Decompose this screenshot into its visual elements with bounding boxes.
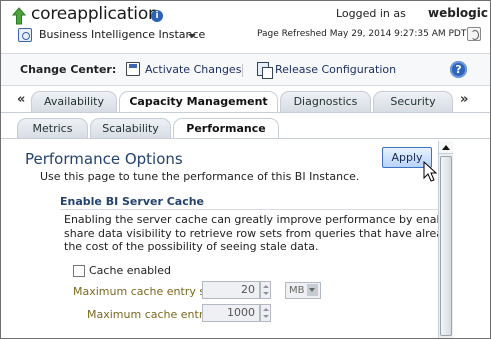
tabs-next-icon[interactable]: » — [460, 92, 468, 107]
scroll-up-icon[interactable] — [439, 141, 453, 154]
page-refreshed-text: Page Refreshed May 29, 2014 9:27:35 AM P… — [257, 29, 467, 39]
refresh-icon[interactable] — [467, 27, 481, 41]
username: weblogic — [428, 6, 488, 20]
logged-in-label: Logged in as — [336, 7, 406, 20]
max-entry-size-label: Maximum cache entry size — [73, 285, 221, 298]
bi-instance-icon — [18, 28, 32, 42]
tab-scalability[interactable]: Scalability — [90, 118, 171, 139]
cache-section-title: Enable BI Server Cache — [60, 195, 205, 208]
chevron-down-icon[interactable] — [307, 284, 318, 296]
info-icon[interactable]: i — [151, 10, 163, 22]
max-entry-size-stepper[interactable] — [260, 281, 271, 299]
page-title: coreapplication — [31, 4, 159, 24]
mouse-pointer-icon — [423, 161, 438, 182]
instance-menu[interactable]: Business Intelligence Instance — [39, 28, 205, 41]
vertical-scrollbar[interactable] — [438, 141, 453, 338]
cache-enabled-checkbox[interactable] — [73, 265, 85, 277]
sub-tab-bar: Metrics Scalability Performance — [1, 112, 490, 140]
change-center-bar: Change Center: Activate Changes Release … — [1, 53, 490, 86]
max-entry-size-input[interactable]: 20 — [202, 281, 260, 299]
tab-diagnostics[interactable]: Diagnostics — [280, 91, 371, 112]
page-description: Use this page to tune the performance of… — [40, 170, 360, 183]
page-header: coreapplication i Logged in as weblogic … — [1, 1, 490, 53]
release-configuration-link[interactable]: Release Configuration — [275, 63, 396, 76]
up-arrow-icon[interactable] — [12, 7, 26, 25]
activate-changes-icon[interactable] — [126, 62, 140, 76]
divider — [60, 209, 439, 210]
chevron-down-icon[interactable] — [188, 34, 196, 38]
help-icon[interactable]: ? — [450, 61, 467, 78]
cache-description: Enabling the server cache can greatly im… — [64, 213, 438, 254]
divider — [242, 64, 243, 77]
em-window: coreapplication i Logged in as weblogic … — [0, 0, 491, 339]
tab-metrics[interactable]: Metrics — [17, 118, 88, 139]
tab-security[interactable]: Security — [373, 91, 453, 112]
cache-description-line: the cost of the possibility of seeing st… — [64, 240, 319, 253]
release-configuration-icon[interactable] — [257, 62, 273, 79]
tab-availability[interactable]: Availability — [31, 91, 117, 112]
cache-description-line: share data visibility to retrieve row se… — [64, 226, 438, 240]
scrollbar-thumb[interactable] — [440, 156, 452, 336]
tabs-prev-icon[interactable]: « — [17, 92, 25, 107]
max-entries-stepper[interactable] — [260, 304, 271, 322]
cache-enabled-label: Cache enabled — [89, 264, 171, 277]
performance-panel: Performance Options Use this page to tun… — [1, 138, 490, 338]
cache-description-line: Enabling the server cache can greatly im… — [64, 213, 438, 226]
panel-margin — [453, 139, 490, 338]
section-heading: Performance Options — [25, 150, 183, 168]
main-tab-bar: « Availability Capacity Management Diagn… — [1, 86, 490, 113]
max-entries-input[interactable]: 1000 — [202, 304, 260, 322]
tab-capacity-management[interactable]: Capacity Management — [119, 91, 278, 113]
change-center-label: Change Center: — [20, 63, 117, 76]
max-entries-label: Maximum cache entries — [87, 308, 219, 321]
activate-changes-link[interactable]: Activate Changes — [145, 63, 241, 76]
tab-performance[interactable]: Performance — [173, 118, 279, 140]
